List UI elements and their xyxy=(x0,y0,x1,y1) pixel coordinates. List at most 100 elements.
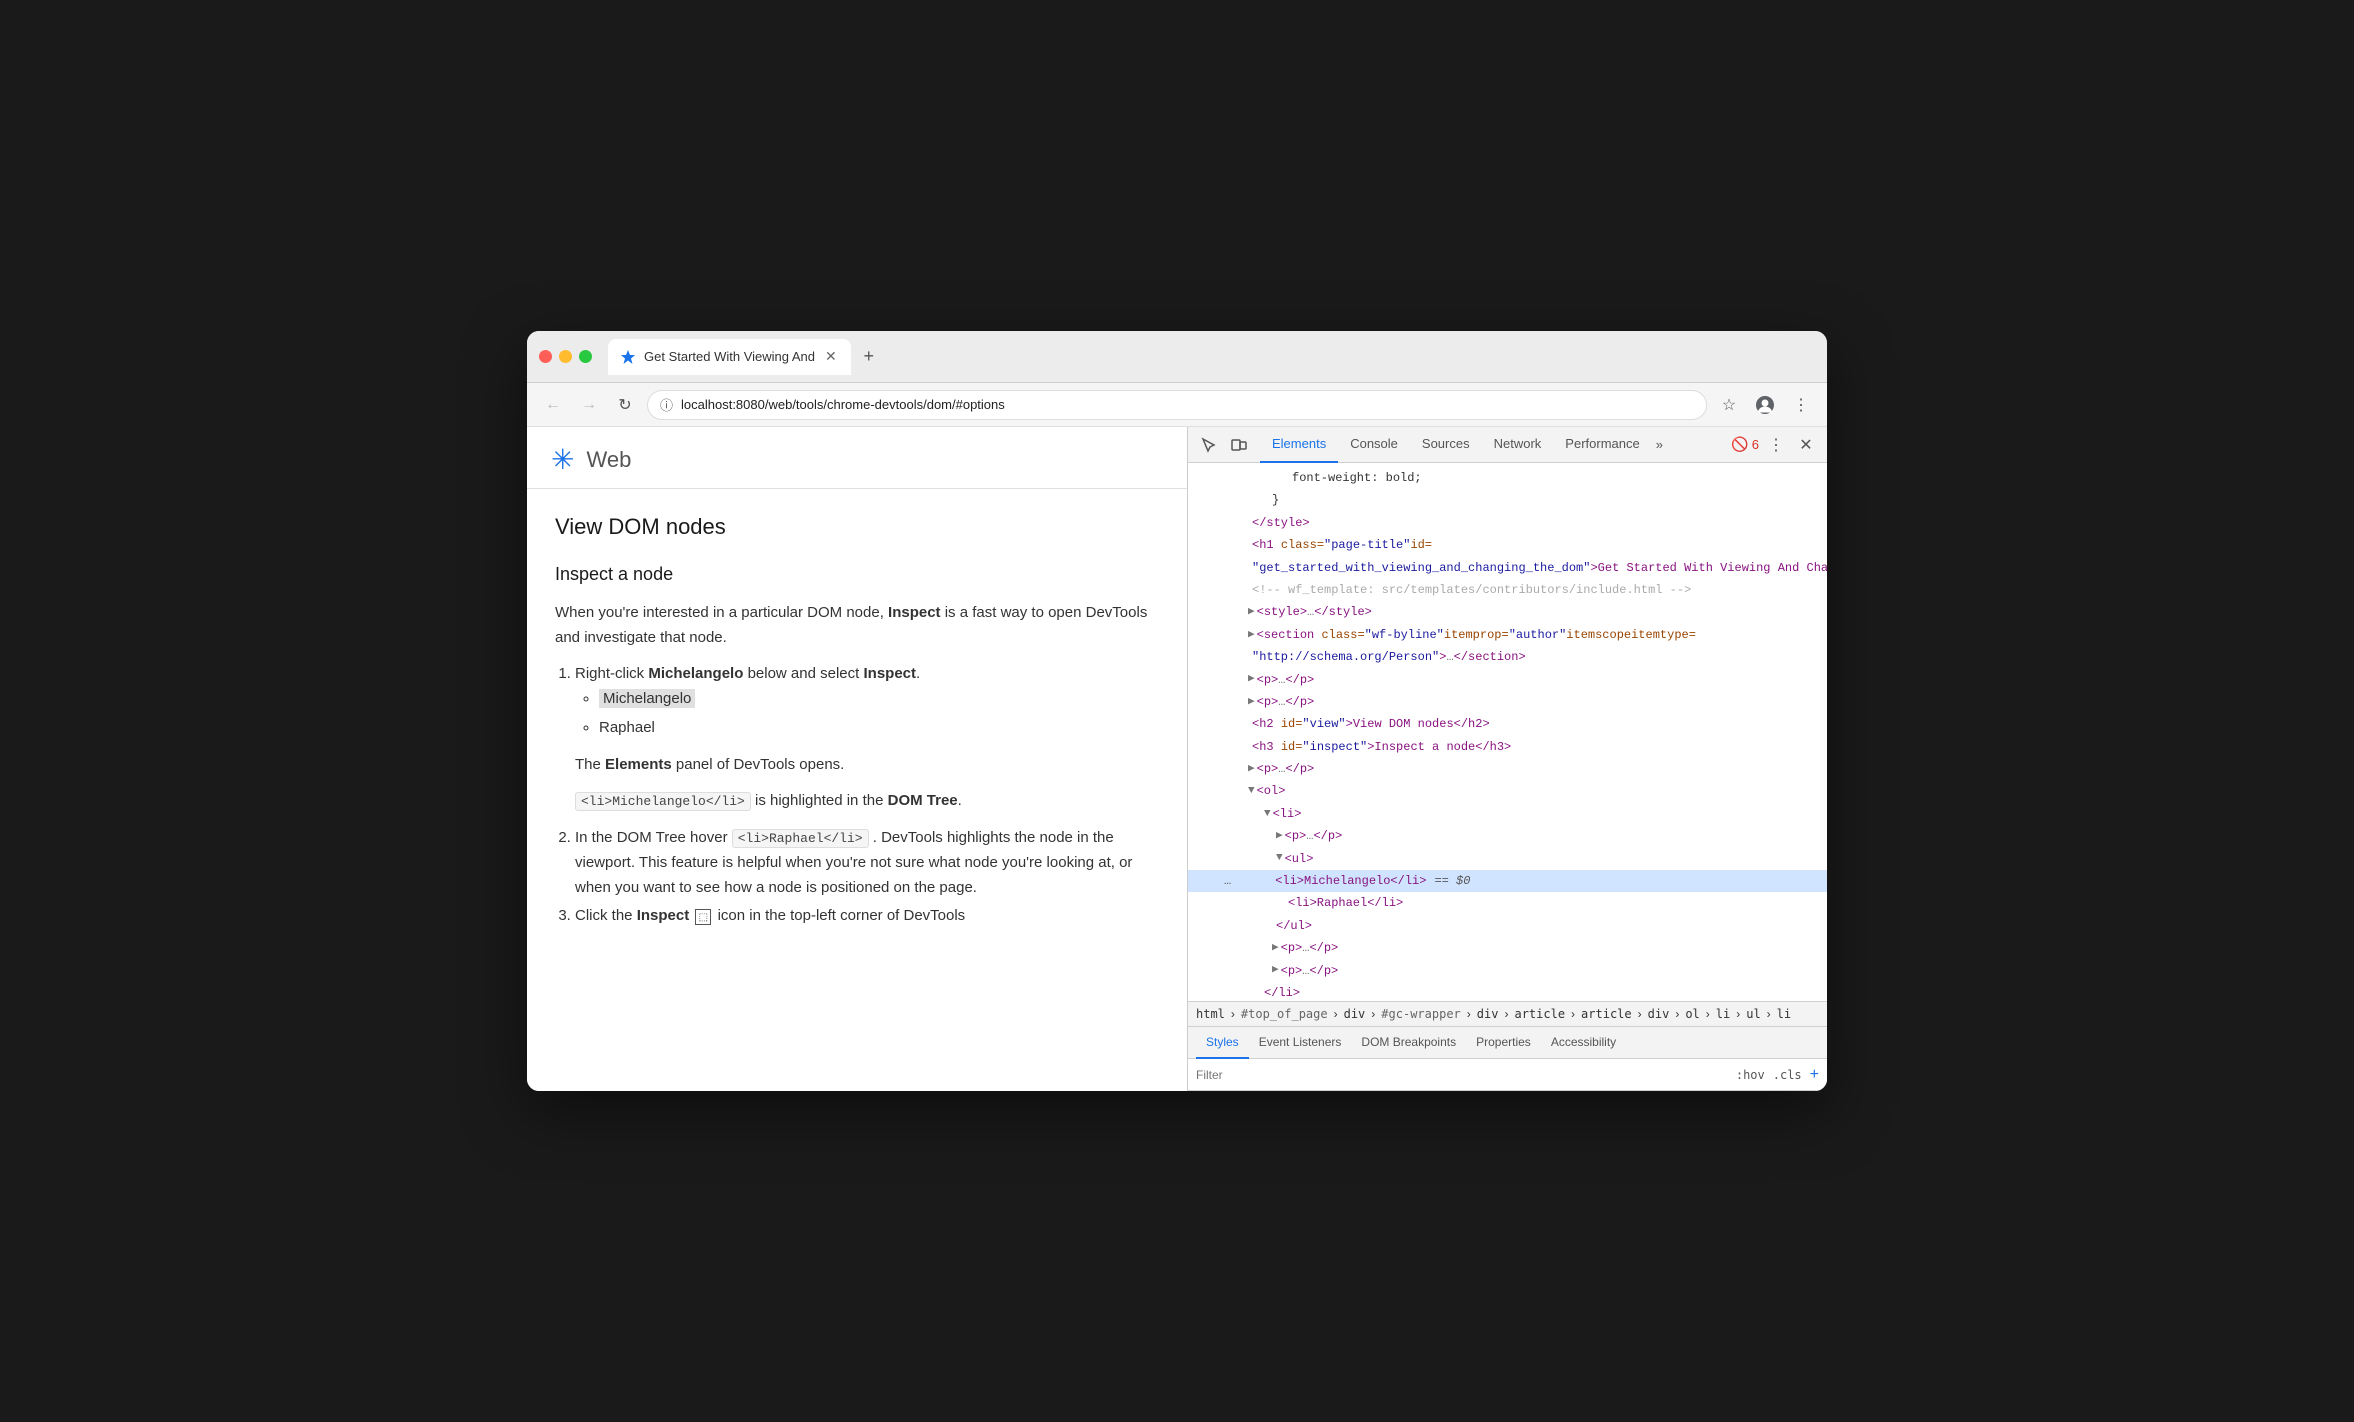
filter-hint-hov[interactable]: :hov xyxy=(1736,1068,1765,1082)
toggle-icon[interactable]: ▶ xyxy=(1248,760,1255,779)
step1-text2: below and select xyxy=(748,665,860,682)
tab-properties[interactable]: Properties xyxy=(1466,1027,1541,1059)
toggle-icon[interactable]: ▶ xyxy=(1272,939,1279,958)
web-title: Web xyxy=(586,447,631,473)
dom-line: <h3 id="inspect">Inspect a node</h3> xyxy=(1188,736,1827,758)
tab-styles[interactable]: Styles xyxy=(1196,1027,1249,1059)
filter-input[interactable] xyxy=(1196,1068,1728,1082)
inspect-element-icon[interactable] xyxy=(1196,432,1222,458)
devtools-menu-icon[interactable]: ⋮ xyxy=(1763,432,1789,458)
more-tabs-icon[interactable]: » xyxy=(1656,437,1663,452)
bc-article1[interactable]: article xyxy=(1514,1007,1565,1021)
tab-title: Get Started With Viewing And xyxy=(644,349,815,364)
url-bar[interactable]: ⓘ localhost:8080/web/tools/chrome-devtoo… xyxy=(647,390,1707,420)
raphael-text: Raphael xyxy=(599,719,655,736)
error-circle-icon: 🚫 xyxy=(1731,436,1748,453)
tab-close-button[interactable]: ✕ xyxy=(823,346,839,367)
tab-elements[interactable]: Elements xyxy=(1260,427,1338,463)
toggle-icon[interactable]: ▼ xyxy=(1276,849,1283,868)
web-logo-icon: ✳ xyxy=(551,443,574,476)
bc-li1[interactable]: li xyxy=(1716,1007,1730,1021)
bc-div2[interactable]: div xyxy=(1477,1007,1499,1021)
toggle-icon[interactable]: ▶ xyxy=(1272,961,1279,980)
close-traffic-light[interactable] xyxy=(539,350,552,363)
toggle-icon[interactable]: ▶ xyxy=(1248,626,1255,645)
lock-icon: ⓘ xyxy=(660,395,673,414)
bc-ol[interactable]: ol xyxy=(1685,1007,1699,1021)
bc-article2[interactable]: article xyxy=(1581,1007,1632,1021)
profile-icon[interactable] xyxy=(1751,391,1779,419)
dom-line: ▼ <ul> xyxy=(1188,848,1827,870)
page-header: ✳ Web xyxy=(527,427,1187,489)
active-tab[interactable]: Get Started With Viewing And ✕ xyxy=(608,339,851,375)
step1-text: Right-click xyxy=(575,665,644,682)
elements-text2: panel of DevTools opens. xyxy=(676,756,844,773)
bc-div1[interactable]: div xyxy=(1344,1007,1366,1021)
main-area: ✳ Web View DOM nodes Inspect a node When… xyxy=(527,427,1827,1091)
dom-line: ▶ <section class="wf-byline" itemprop="a… xyxy=(1188,624,1827,646)
address-bar: ← → ↻ ⓘ localhost:8080/web/tools/chrome-… xyxy=(527,383,1827,427)
bc-html[interactable]: html xyxy=(1196,1007,1225,1021)
highlighted-text: <li>Michelangelo</li> is highlighted in … xyxy=(575,789,1159,814)
tab-favicon-icon xyxy=(620,349,636,365)
toggle-icon[interactable]: ▼ xyxy=(1248,782,1255,801)
bc-top-of-page[interactable]: #top_of_page xyxy=(1241,1007,1328,1021)
filter-add-button[interactable]: + xyxy=(1810,1066,1819,1084)
step3-text2: icon in the top-left corner of DevTools xyxy=(718,907,966,924)
forward-button[interactable]: → xyxy=(575,391,603,419)
dom-line: ▶ <p>…</p> xyxy=(1188,669,1827,691)
dom-line: </ul> xyxy=(1188,915,1827,937)
code2: <li>Raphael</li> xyxy=(732,829,869,848)
page-content: ✳ Web View DOM nodes Inspect a node When… xyxy=(527,427,1187,1091)
elements-bold: Elements xyxy=(605,756,672,773)
bc-ul[interactable]: ul xyxy=(1746,1007,1760,1021)
bc-li2[interactable]: li xyxy=(1777,1007,1791,1021)
step1-end: . xyxy=(916,665,920,682)
tab-bar: Get Started With Viewing And ✕ + xyxy=(608,339,1815,375)
elements-text: The xyxy=(575,756,601,773)
tab-sources[interactable]: Sources xyxy=(1410,427,1482,463)
dom-line: </style> xyxy=(1188,512,1827,534)
devtools-close-icon[interactable]: ✕ xyxy=(1793,432,1819,458)
bookmark-icon[interactable]: ☆ xyxy=(1715,391,1743,419)
intro-paragraph: When you're interested in a particular D… xyxy=(555,601,1159,651)
browser-window: Get Started With Viewing And ✕ + ← → ↻ ⓘ… xyxy=(527,331,1827,1091)
step-3: Click the Inspect ⬚ icon in the top-left… xyxy=(575,904,1159,929)
toggle-icon[interactable]: ▼ xyxy=(1264,805,1271,824)
new-tab-button[interactable]: + xyxy=(855,343,883,371)
tab-event-listeners[interactable]: Event Listeners xyxy=(1249,1027,1352,1059)
device-toolbar-icon[interactable] xyxy=(1226,432,1252,458)
dom-tree: font-weight: bold; } </style> <h1 class=… xyxy=(1188,463,1827,1001)
inspect-icon: ⬚ xyxy=(695,909,711,925)
bc-div3[interactable]: div xyxy=(1648,1007,1670,1021)
main-heading: View DOM nodes xyxy=(555,509,1159,544)
toggle-icon[interactable]: ▶ xyxy=(1248,693,1255,712)
three-dots-icon: … xyxy=(1224,871,1231,891)
sub-heading: Inspect a node xyxy=(555,560,1159,589)
tab-accessibility[interactable]: Accessibility xyxy=(1541,1027,1626,1059)
bottom-tabs: Styles Event Listeners DOM Breakpoints P… xyxy=(1188,1027,1827,1059)
tab-network[interactable]: Network xyxy=(1482,427,1554,463)
filter-hint-cls[interactable]: .cls xyxy=(1773,1068,1802,1082)
reload-button[interactable]: ↻ xyxy=(611,391,639,419)
step-2: In the DOM Tree hover <li>Raphael</li> .… xyxy=(575,826,1159,900)
minimize-traffic-light[interactable] xyxy=(559,350,572,363)
bc-gc-wrapper[interactable]: #gc-wrapper xyxy=(1381,1007,1460,1021)
page-body: View DOM nodes Inspect a node When you'r… xyxy=(527,489,1187,961)
maximize-traffic-light[interactable] xyxy=(579,350,592,363)
dom-line: ▶ <p>…</p> xyxy=(1188,825,1827,847)
bullet-list: Michelangelo Raphael xyxy=(599,687,1159,741)
toggle-icon[interactable]: ▶ xyxy=(1248,670,1255,689)
back-button[interactable]: ← xyxy=(539,391,567,419)
devtools-toolbar: Elements Console Sources Network Perform… xyxy=(1188,427,1827,463)
bullet-item-michelangelo: Michelangelo xyxy=(599,687,1159,712)
dom-line: <h2 id="view">View DOM nodes</h2> xyxy=(1188,713,1827,735)
highlighted-text1: is highlighted in the xyxy=(755,792,883,809)
toggle-icon[interactable]: ▶ xyxy=(1276,827,1283,846)
dom-line-michelangelo[interactable]: … <li>Michelangelo</li> == $0 xyxy=(1188,870,1827,892)
tab-console[interactable]: Console xyxy=(1338,427,1410,463)
tab-dom-breakpoints[interactable]: DOM Breakpoints xyxy=(1351,1027,1466,1059)
toggle-icon[interactable]: ▶ xyxy=(1248,603,1255,622)
tab-performance[interactable]: Performance xyxy=(1553,427,1651,463)
menu-icon[interactable]: ⋮ xyxy=(1787,391,1815,419)
